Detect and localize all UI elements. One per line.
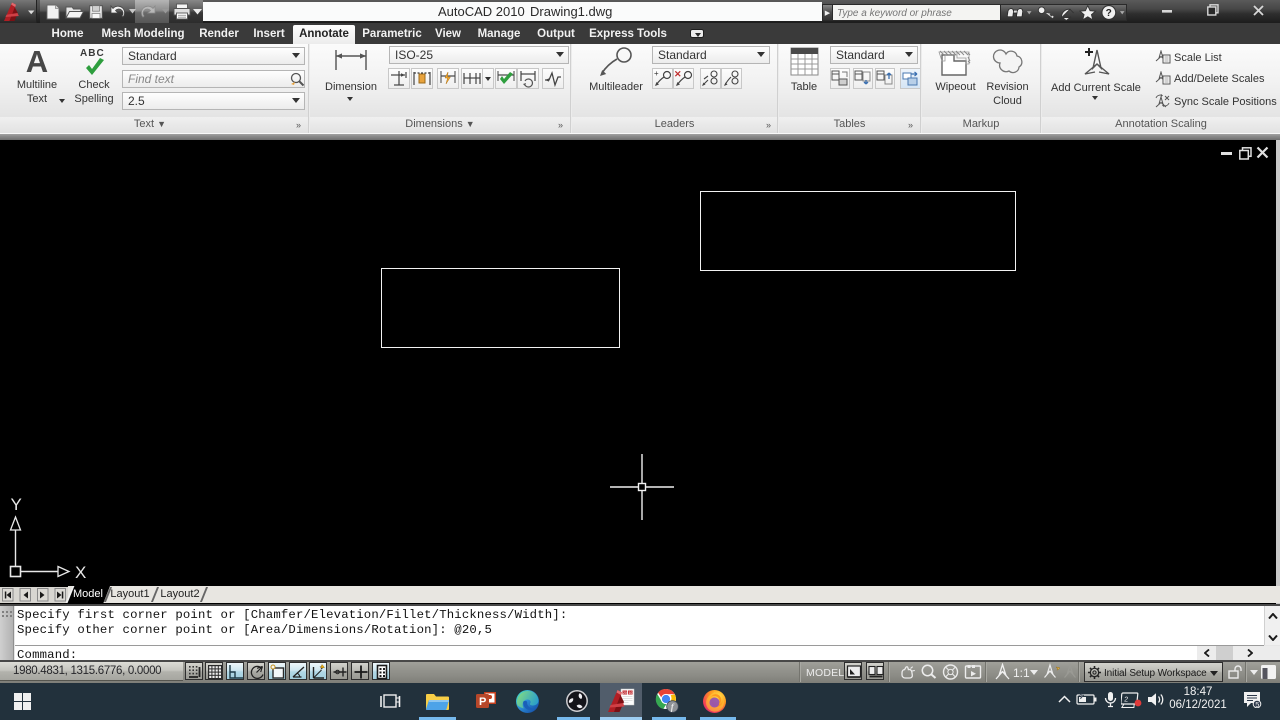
svg-text:+: +: [654, 69, 659, 78]
svg-text:✕: ✕: [674, 69, 682, 79]
svg-text:Y: Y: [11, 495, 22, 514]
svg-text:5: 5: [1255, 700, 1259, 708]
svg-text:2: 2: [1124, 697, 1129, 704]
svg-text:X: X: [75, 563, 86, 582]
